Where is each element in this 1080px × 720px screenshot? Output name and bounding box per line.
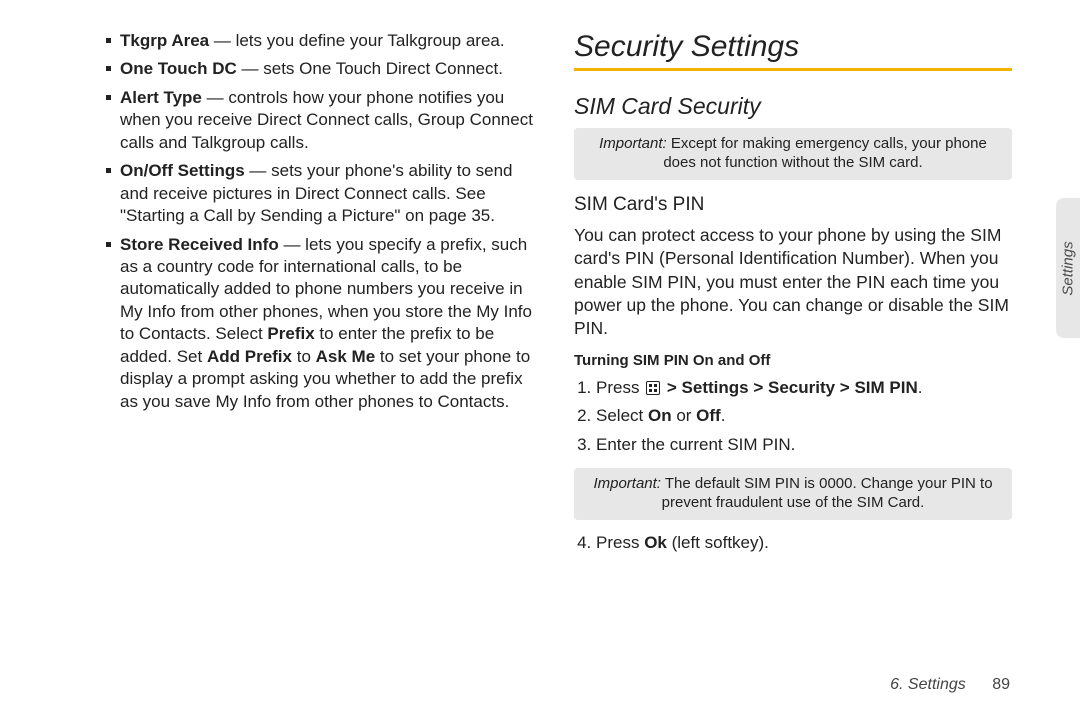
step-path: > Settings > Security > SIM PIN — [662, 378, 918, 397]
bullet-one-touch-dc: One Touch DC — sets One Touch Direct Con… — [106, 58, 538, 80]
important-text: Except for making emergency calls, your … — [663, 135, 987, 171]
step-on: On — [648, 406, 672, 425]
page-footer: 6. Settings 89 — [890, 676, 1010, 694]
menu-key-icon — [646, 381, 660, 395]
bullet-on-off-settings: On/Off Settings — sets your phone's abil… — [106, 160, 538, 227]
footer-page-number: 89 — [992, 676, 1010, 693]
step-3: Enter the current SIM PIN. — [596, 432, 1012, 458]
step-1: Press > Settings > Security > SIM PIN. — [596, 375, 1012, 401]
bullet-term: On/Off Settings — [120, 161, 245, 180]
heading-rule — [574, 68, 1012, 71]
left-column: Tkgrp Area — lets you define your Talkgr… — [100, 30, 538, 567]
step-text: Select — [596, 406, 648, 425]
subheading-sim-cards-pin: SIM Card's PIN — [574, 194, 1012, 216]
step-2: Select On or Off. — [596, 403, 1012, 429]
bullet-text: — lets you specify a prefix, such as a c… — [120, 235, 532, 411]
bullet-tkgrp-area: Tkgrp Area — lets you define your Talkgr… — [106, 30, 538, 52]
feature-bullet-list: Tkgrp Area — lets you define your Talkgr… — [106, 30, 538, 413]
bullet-text: — lets you define your Talkgroup area. — [209, 31, 504, 50]
step-end: (left softkey). — [667, 533, 769, 552]
important-note-default-pin: Important: The default SIM PIN is 0000. … — [574, 468, 1012, 520]
step-off: Off — [696, 406, 721, 425]
bullet-alert-type: Alert Type — controls how your phone not… — [106, 87, 538, 154]
side-tab-settings: Settings — [1056, 198, 1080, 338]
bullet-store-received-info: Store Received Info — lets you specify a… — [106, 234, 538, 414]
step-ok: Ok — [644, 533, 667, 552]
section-heading-security-settings: Security Settings — [574, 30, 1012, 64]
step-text: Press — [596, 533, 644, 552]
bullet-term: Alert Type — [120, 88, 202, 107]
right-column: Security Settings SIM Card Security Impo… — [574, 30, 1012, 567]
step-4: Press Ok (left softkey). — [596, 530, 1012, 556]
bullet-text: — sets One Touch Direct Connect. — [237, 59, 503, 78]
subsection-heading-sim-card-security: SIM Card Security — [574, 93, 1012, 120]
bullet-term: One Touch DC — [120, 59, 237, 78]
important-label: Important: — [593, 475, 661, 492]
important-note-sim-required: Important: Except for making emergency c… — [574, 128, 1012, 180]
step-end: . — [721, 406, 726, 425]
step-end: . — [918, 378, 923, 397]
side-tab-label: Settings — [1060, 241, 1077, 295]
important-text: The default SIM PIN is 0000. Change your… — [662, 475, 993, 511]
step-text: Enter the current SIM PIN. — [596, 435, 795, 454]
bullet-term: Store Received Info — [120, 235, 279, 254]
procedure-heading-turning-sim-pin: Turning SIM PIN On and Off — [574, 352, 1012, 369]
footer-chapter: 6. Settings — [890, 676, 966, 693]
procedure-steps: Press > Settings > Security > SIM PIN. S… — [574, 375, 1012, 458]
bullet-term: Tkgrp Area — [120, 31, 209, 50]
important-label: Important: — [599, 135, 667, 152]
body-sim-pin-description: You can protect access to your phone by … — [574, 224, 1012, 339]
procedure-steps-cont: Press Ok (left softkey). — [574, 530, 1012, 556]
step-text: Press — [596, 378, 644, 397]
step-or: or — [672, 406, 697, 425]
